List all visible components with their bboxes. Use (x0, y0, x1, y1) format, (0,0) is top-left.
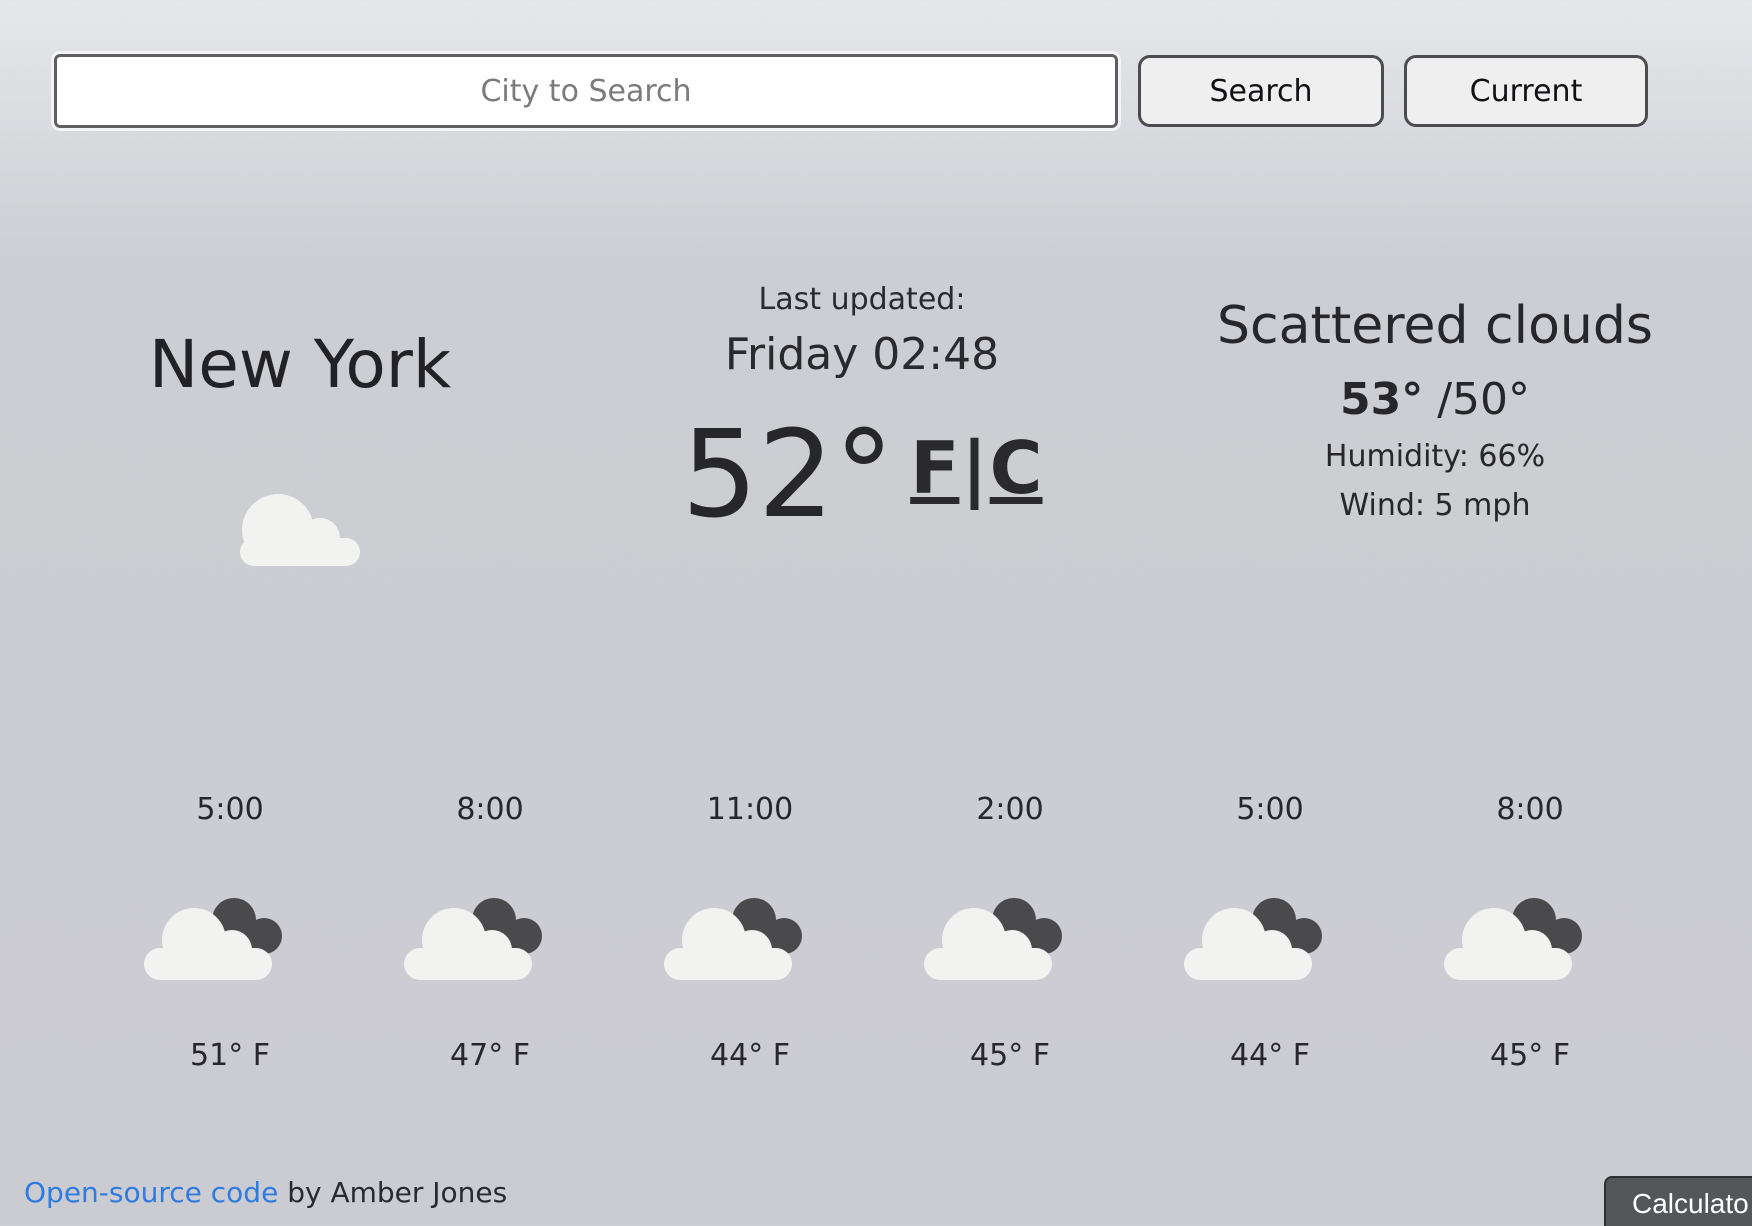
last-updated-time: Friday 02:48 (724, 329, 1000, 380)
cloudy-icon (664, 898, 802, 980)
forecast-item: 5:00 51° F (100, 792, 360, 1082)
forecast-time: 5:00 (1236, 792, 1304, 827)
forecast-item: 11:00 44° F (620, 792, 880, 1082)
humidity: Humidity: 66% (1324, 439, 1546, 474)
weather-details: Scattered clouds 53° /50° Humidity: 66% … (1180, 296, 1690, 523)
high-low: 53° /50° (1180, 374, 1690, 425)
current-location-button[interactable]: Current (1404, 55, 1648, 127)
hourly-forecast: 5:00 51° F 8:00 47° F 11:00 44° F 2:00 4… (100, 792, 1660, 1082)
wind: Wind: 5 mph (1339, 488, 1531, 523)
unit-toggle: F | C (910, 426, 1042, 510)
forecast-temp: 47° F (450, 1038, 530, 1073)
forecast-temp: 44° F (710, 1038, 790, 1073)
forecast-item: 8:00 45° F (1400, 792, 1660, 1082)
forecast-time: 11:00 (706, 792, 794, 827)
cloud-icon (240, 494, 360, 566)
open-source-link[interactable]: Open-source code (24, 1176, 278, 1209)
cloudy-icon (1184, 898, 1322, 980)
forecast-time: 8:00 (1496, 792, 1564, 827)
forecast-item: 8:00 47° F (360, 792, 620, 1082)
forecast-temp: 51° F (190, 1038, 270, 1073)
cloudy-icon (924, 898, 1062, 980)
temperature-row: 52° F | C (620, 416, 1104, 536)
forecast-temp: 44° F (1230, 1038, 1310, 1073)
forecast-item: 5:00 44° F (1140, 792, 1400, 1082)
last-updated-label: Last updated: (758, 282, 966, 317)
forecast-time: 8:00 (456, 792, 524, 827)
cloudy-icon (404, 898, 542, 980)
cloudy-icon (1444, 898, 1582, 980)
forecast-temp: 45° F (1490, 1038, 1570, 1073)
current-temperature: 52° (681, 406, 895, 545)
footer-credit: by Amber Jones (278, 1176, 508, 1209)
forecast-temp: 45° F (970, 1038, 1050, 1073)
current-conditions: Last updated: Friday 02:48 52° F | C (620, 282, 1104, 536)
forecast-item: 2:00 45° F (880, 792, 1140, 1082)
high-temp: 53° (1339, 374, 1424, 425)
unit-separator: | (961, 426, 988, 510)
search-button[interactable]: Search (1138, 55, 1384, 127)
forecast-time: 5:00 (196, 792, 264, 827)
calculator-tab[interactable]: Calculato (1604, 1176, 1752, 1226)
city-search-input[interactable] (51, 51, 1121, 131)
footer: Open-source code by Amber Jones (24, 1176, 507, 1209)
weather-description: Scattered clouds (1217, 296, 1653, 356)
search-bar: Search Current (51, 51, 1648, 131)
cloudy-icon (144, 898, 282, 980)
city-name: New York (148, 326, 452, 403)
low-temp: /50° (1437, 374, 1531, 425)
fahrenheit-link[interactable]: F (910, 426, 959, 510)
forecast-time: 2:00 (976, 792, 1044, 827)
celsius-link[interactable]: C (990, 426, 1043, 510)
